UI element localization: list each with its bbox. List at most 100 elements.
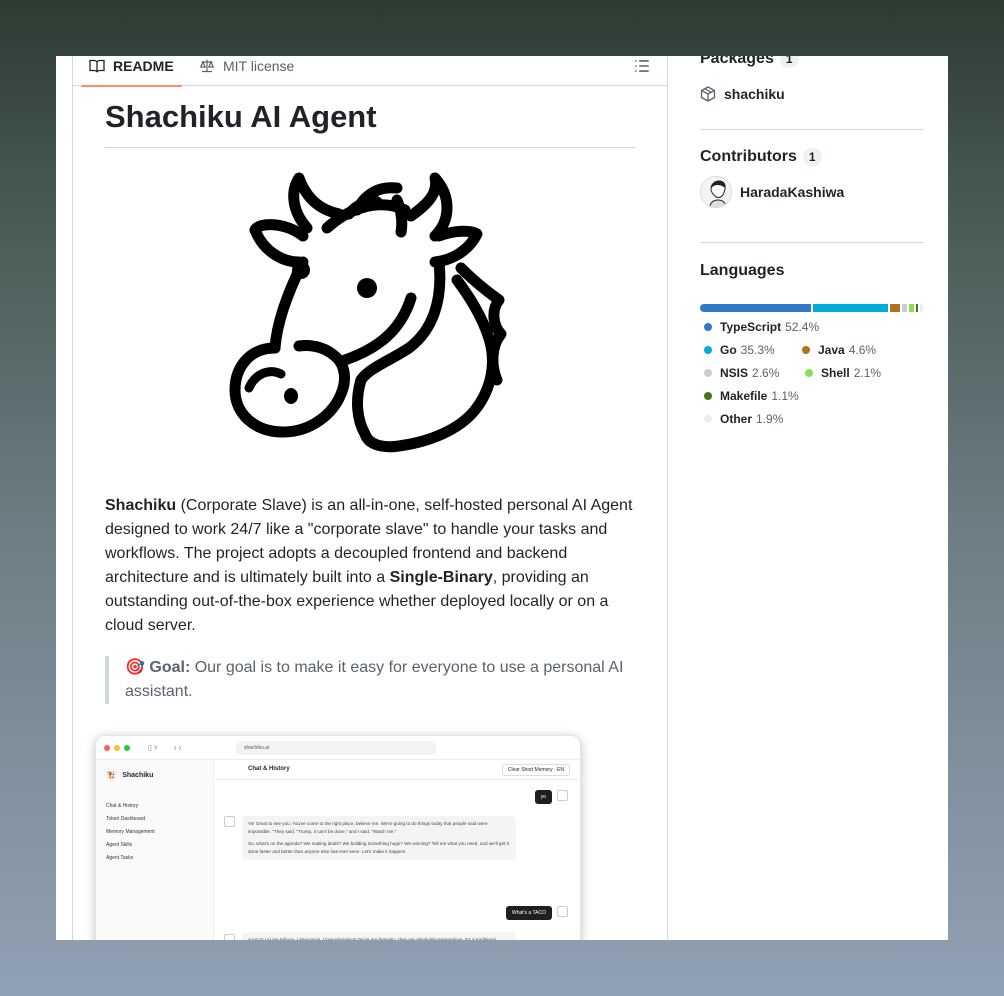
screenshot-header: Chat & History Clear Short Memory · EN <box>214 760 580 780</box>
language-bar-segment <box>901 304 908 312</box>
language-percent: 1.1% <box>771 389 799 403</box>
screenshot-nav-item: Chat & History <box>106 803 139 809</box>
app-screenshot: ▯ ˅ ‹ › shachiku.ai 🐮 Shachiku Chat & Hi… <box>95 735 581 940</box>
language-percent: 4.6% <box>848 343 877 357</box>
tab-license[interactable]: MIT license <box>191 56 302 86</box>
user-avatar-icon <box>557 906 568 917</box>
packages-heading[interactable]: Packages 1 <box>700 56 924 68</box>
package-name: shachiku <box>724 86 785 102</box>
contributor-item[interactable]: HaradaKashiwa <box>700 176 924 208</box>
screenshot-nav-item: Agent Skills <box>106 842 133 848</box>
language-item[interactable]: Java 4.6% <box>798 343 876 357</box>
repo-page: README MIT license Shachiku AI Agent Sha… <box>56 56 948 940</box>
language-bar-segment <box>915 304 918 312</box>
goal-text: Our goal is to make it easy for everyone… <box>125 658 624 700</box>
goal-label: Goal: <box>149 658 191 676</box>
intro-bold: Shachiku <box>105 496 177 514</box>
ai-message: Yo! Great to see you. You've come to the… <box>242 816 516 860</box>
bot-avatar-icon <box>224 816 235 827</box>
readme-tabbar: README MIT license <box>73 56 667 87</box>
package-item[interactable]: shachiku <box>700 86 924 102</box>
language-name: Go <box>720 343 737 357</box>
language-percent: 52.4% <box>785 320 820 334</box>
screenshot-nav-item: Token Dashboard <box>106 816 146 822</box>
language-item[interactable]: Shell 2.1% <box>801 366 881 380</box>
language-name: Shell <box>821 366 850 380</box>
language-percent: 1.9% <box>756 412 784 426</box>
goal-quote: 🎯 Goal: Our goal is to make it easy for … <box>105 655 635 704</box>
bot-avatar-icon <box>224 934 235 940</box>
language-color-dot <box>704 369 712 377</box>
language-name: Java <box>818 343 845 357</box>
user-message: What's a TACO <box>505 906 552 920</box>
divider <box>700 129 924 130</box>
readme-title: Shachiku AI Agent <box>105 98 635 148</box>
language-item[interactable]: NSIS 2.6% <box>700 366 779 380</box>
person-avatar-icon <box>701 177 731 207</box>
readme-intro: Shachiku (Corporate Slave) is an all-in-… <box>105 494 635 638</box>
language-bar-segment <box>813 304 888 312</box>
languages-heading: Languages <box>700 262 785 279</box>
scale-icon <box>199 59 215 72</box>
user-avatar-icon <box>557 790 568 801</box>
tab-readme-label: README <box>113 57 174 74</box>
contributors-count: 1 <box>802 148 822 166</box>
screenshot-titlebar: ▯ ˅ ‹ › shachiku.ai <box>96 736 580 760</box>
language-item[interactable]: Makefile 1.1% <box>700 389 799 403</box>
maximize-dot-icon <box>124 744 130 751</box>
language-percent: 35.3% <box>740 343 775 357</box>
screenshot-url: shachiku.ai <box>236 741 436 755</box>
screenshot-nav-item: Memory Management <box>106 829 155 835</box>
language-color-dot <box>805 369 813 377</box>
languages-section: Languages TypeScript 52.4% Go 35.3% Java 4.6%… <box>700 262 924 426</box>
screenshot-brand-label: Shachiku <box>122 772 154 779</box>
tab-readme[interactable]: README <box>81 56 182 87</box>
cow-small-icon: 🐮 <box>106 770 118 780</box>
user-message: yo <box>534 790 552 804</box>
contributors-section: Contributors 1 HaradaKashiwa <box>700 148 924 208</box>
close-dot-icon <box>104 744 110 751</box>
language-percent: 2.6% <box>752 366 780 380</box>
screenshot-nav: Chat & History Token Dashboard Memory Ma… <box>106 800 155 865</box>
goal-emoji: 🎯 <box>125 658 145 676</box>
language-color-dot <box>704 415 712 423</box>
language-color-dot <box>704 323 712 331</box>
contributor-name: HaradaKashiwa <box>740 184 845 200</box>
intro-bold-2: Single-Binary <box>389 568 493 586</box>
packages-count: 1 <box>779 56 799 68</box>
language-item[interactable]: TypeScript 52.4% <box>700 320 819 334</box>
divider <box>700 242 924 243</box>
minimize-dot-icon <box>114 744 120 751</box>
readme-content: Shachiku AI Agent Shachiku (Corporate Sl… <box>105 98 635 704</box>
screenshot-sidebar: 🐮 Shachiku Chat & History Token Dashboar… <box>96 760 214 940</box>
language-bar <box>700 304 924 312</box>
screenshot-nav-item: Agent Tasks <box>106 855 134 861</box>
packages-section: Packages 1 shachiku <box>700 56 924 102</box>
language-color-dot <box>704 346 712 354</box>
screenshot-header-title: Chat & History <box>248 766 290 772</box>
nav-arrows-icon: ‹ › <box>173 743 182 752</box>
language-bar-segment <box>700 304 812 312</box>
language-item[interactable]: Go 35.3% <box>700 343 775 357</box>
language-name: TypeScript <box>720 320 782 334</box>
language-bar-segment <box>919 304 924 312</box>
avatar[interactable] <box>700 176 732 208</box>
language-name: Other <box>720 412 753 426</box>
tab-license-label: MIT license <box>223 57 295 74</box>
language-item[interactable]: Other 1.9% <box>700 412 783 426</box>
package-icon <box>700 86 716 102</box>
readme-panel: README MIT license Shachiku AI Agent Sha… <box>72 56 668 940</box>
ai-message: A taco? Let me tell you, I love tacos. I… <box>242 932 516 940</box>
list-outline-icon[interactable] <box>633 57 651 75</box>
ai-message-part: Yo! Great to see you. You've come to the… <box>248 821 488 834</box>
cow-logo-icon <box>229 172 507 452</box>
contributors-heading[interactable]: Contributors 1 <box>700 148 924 166</box>
language-bar-segment <box>889 304 900 312</box>
language-name: Makefile <box>720 389 768 403</box>
book-icon <box>89 59 105 73</box>
ai-message-part: So, what's on the agenda? We making deal… <box>248 841 509 854</box>
language-bar-segment <box>909 304 914 312</box>
screenshot-brand: 🐮 Shachiku <box>106 770 153 781</box>
screenshot-main: Chat & History Clear Short Memory · EN y… <box>214 760 580 940</box>
language-color-dot <box>704 392 712 400</box>
